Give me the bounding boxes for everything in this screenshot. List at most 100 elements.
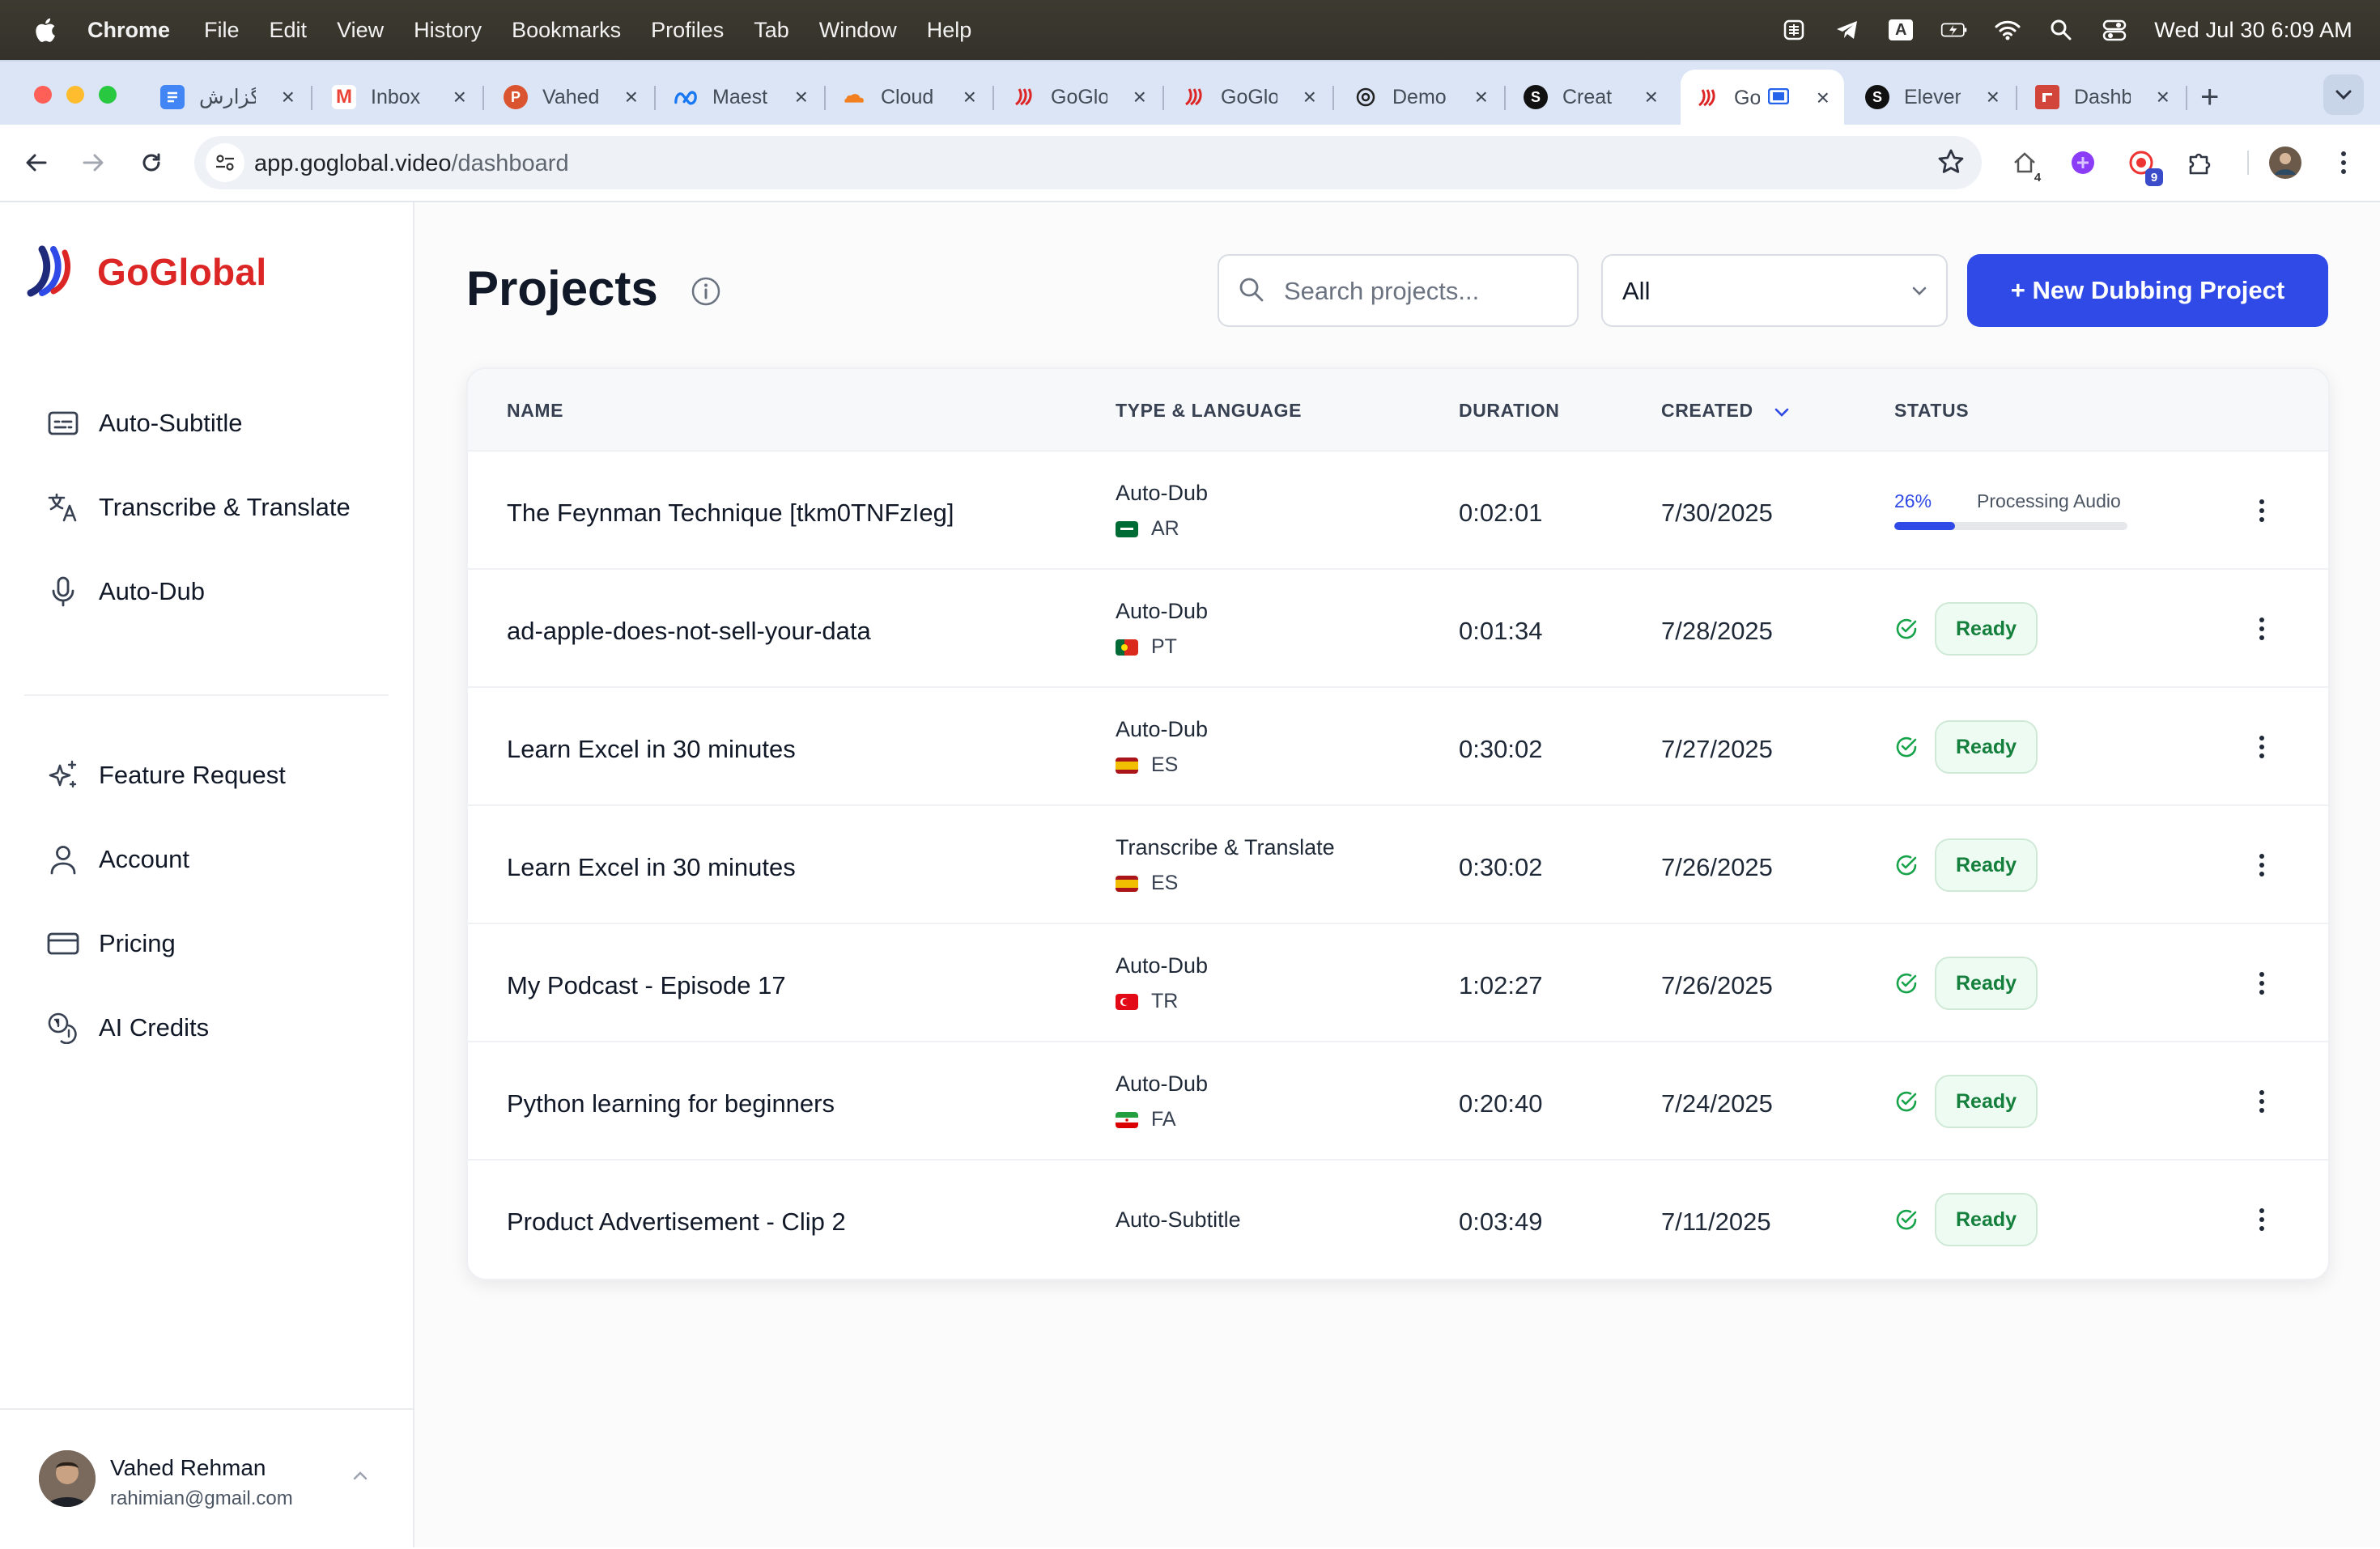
close-tab-icon[interactable]: × xyxy=(1303,84,1316,110)
telegram-icon[interactable] xyxy=(1834,18,1861,42)
goglobal-logo[interactable]: GoGlobal xyxy=(24,243,266,301)
browser-tab[interactable]: گزارش × xyxy=(160,73,312,121)
wifi-icon[interactable] xyxy=(1994,18,2021,42)
close-tab-icon[interactable]: × xyxy=(1987,84,2000,110)
menu-edit[interactable]: Edit xyxy=(270,18,308,43)
close-tab-icon[interactable]: × xyxy=(1475,84,1488,110)
extension-record-icon[interactable]: 9 xyxy=(2123,144,2163,186)
extensions-puzzle-icon[interactable] xyxy=(2181,144,2218,181)
column-header-created[interactable]: CREATED xyxy=(1661,400,1790,422)
tab-search-button[interactable] xyxy=(2323,74,2364,115)
close-tab-icon[interactable]: × xyxy=(1817,85,1830,111)
nav-account[interactable]: Account xyxy=(45,835,189,884)
menu-view[interactable]: View xyxy=(337,18,384,43)
close-tab-icon[interactable]: × xyxy=(963,84,976,110)
extension-purple-icon[interactable] xyxy=(2064,144,2102,181)
spotlight-search-icon[interactable] xyxy=(2047,18,2075,42)
close-tab-icon[interactable]: × xyxy=(2157,84,2170,110)
close-window-button[interactable] xyxy=(34,86,52,104)
menu-bookmarks[interactable]: Bookmarks xyxy=(512,18,621,43)
menu-file[interactable]: File xyxy=(204,18,240,43)
table-row[interactable]: Learn Excel in 30 minutes Transcribe & Tr… xyxy=(468,804,2328,924)
profile-avatar[interactable] xyxy=(2267,144,2304,181)
reload-button[interactable] xyxy=(131,142,172,183)
site-info-icon[interactable] xyxy=(206,143,244,182)
column-header-type-language[interactable]: TYPE & LANGUAGE xyxy=(1116,400,1302,422)
column-header-name[interactable]: NAME xyxy=(507,400,563,422)
menu-app-name[interactable]: Chrome xyxy=(87,18,170,43)
menubar-clock[interactable]: Wed Jul 30 6:09 AM xyxy=(2154,18,2352,43)
row-actions-menu-icon[interactable] xyxy=(2246,613,2278,645)
menu-window[interactable]: Window xyxy=(819,18,897,43)
search-input[interactable]: Search projects... xyxy=(1218,254,1579,327)
nav-transcribe-translate[interactable]: Transcribe & Translate xyxy=(45,483,351,532)
menu-help[interactable]: Help xyxy=(927,18,972,43)
menu-tab[interactable]: Tab xyxy=(754,18,789,43)
table-row[interactable]: Learn Excel in 30 minutes Auto-Dub ES 0:30:… xyxy=(468,686,2328,806)
browser-tab[interactable]: Cloud × xyxy=(842,73,994,121)
table-row[interactable]: My Podcast - Episode 17 Auto-Dub TR 1:02:27… xyxy=(468,923,2328,1042)
nav-feature-request[interactable]: Feature Request xyxy=(45,751,286,800)
input-source-icon[interactable]: A xyxy=(1887,18,1915,42)
user-profile-menu[interactable]: Vahed Rehman rahimian@gmail.com xyxy=(0,1408,413,1549)
type-filter-select[interactable]: All xyxy=(1601,254,1948,327)
battery-icon[interactable] xyxy=(1940,18,1968,42)
address-bar[interactable]: app.goglobal.video/dashboard xyxy=(194,136,1982,189)
menu-profiles[interactable]: Profiles xyxy=(651,18,724,43)
browser-tab[interactable]: P Vahed × xyxy=(504,73,656,121)
column-header-status[interactable]: STATUS xyxy=(1894,400,1969,422)
row-actions-menu-icon[interactable] xyxy=(2246,494,2278,527)
close-tab-icon[interactable]: × xyxy=(625,84,638,110)
project-name[interactable]: Learn Excel in 30 minutes xyxy=(507,735,796,764)
table-row[interactable]: Product Advertisement - Clip 2 Auto-Subti… xyxy=(468,1159,2328,1279)
forward-button[interactable] xyxy=(73,142,113,183)
close-tab-icon[interactable]: × xyxy=(1133,84,1146,110)
close-tab-icon[interactable]: × xyxy=(453,84,466,110)
project-name[interactable]: Python learning for beginners xyxy=(507,1089,835,1118)
browser-tab[interactable]: Dashb × xyxy=(2035,73,2187,121)
row-actions-menu-icon[interactable] xyxy=(2246,967,2278,999)
new-dubbing-project-button[interactable]: + New Dubbing Project xyxy=(1967,254,2328,327)
project-name[interactable]: Learn Excel in 30 minutes xyxy=(507,853,796,882)
nav-pricing[interactable]: Pricing xyxy=(45,919,176,968)
extension-home-icon[interactable]: 4 xyxy=(2006,144,2043,185)
project-name[interactable]: ad-apple-does-not-sell-your-data xyxy=(507,617,871,646)
table-row[interactable]: The Feynman Technique [tkm0TNFzIeg] Auto-… xyxy=(468,450,2328,570)
project-name[interactable]: Product Advertisement - Clip 2 xyxy=(507,1207,846,1237)
close-tab-icon[interactable]: × xyxy=(282,84,295,110)
browser-tab[interactable]: S Creat × xyxy=(1524,73,1658,121)
browser-tab[interactable]: Demo × xyxy=(1354,73,1506,121)
close-tab-icon[interactable]: × xyxy=(795,84,808,110)
browser-tab[interactable]: GoGlo × xyxy=(1182,73,1334,121)
project-name[interactable]: The Feynman Technique [tkm0TNFzIeg] xyxy=(507,499,954,528)
row-actions-menu-icon[interactable] xyxy=(2246,849,2278,881)
control-center-icon[interactable] xyxy=(2101,18,2128,42)
browser-tab[interactable]: Maest × xyxy=(674,73,826,121)
column-header-duration[interactable]: DURATION xyxy=(1459,400,1559,422)
chevron-up-icon[interactable] xyxy=(351,1470,369,1485)
apple-logo-icon[interactable] xyxy=(32,16,57,44)
new-tab-button[interactable]: + xyxy=(2200,81,2219,113)
table-row[interactable]: Python learning for beginners Auto-Dub FA 0… xyxy=(468,1041,2328,1161)
browser-tab-active[interactable]: Go × xyxy=(1681,70,1844,126)
project-name[interactable]: My Podcast - Episode 17 xyxy=(507,971,786,1000)
chrome-menu-icon[interactable] xyxy=(2325,144,2362,181)
bookmark-star-icon[interactable] xyxy=(1936,147,1966,180)
row-actions-menu-icon[interactable] xyxy=(2246,1085,2278,1118)
menu-history[interactable]: History xyxy=(414,18,482,43)
info-icon[interactable] xyxy=(690,275,722,312)
row-actions-menu-icon[interactable] xyxy=(2246,731,2278,763)
minimize-window-button[interactable] xyxy=(66,86,84,104)
back-button[interactable] xyxy=(16,142,57,183)
nav-auto-dub[interactable]: Auto-Dub xyxy=(45,567,205,616)
close-tab-icon[interactable]: × xyxy=(1645,84,1658,110)
zoom-window-button[interactable] xyxy=(99,86,117,104)
row-actions-menu-icon[interactable] xyxy=(2246,1203,2278,1236)
browser-tab[interactable]: GoGlo × xyxy=(1012,73,1164,121)
nav-ai-credits[interactable]: AI Credits xyxy=(45,1004,209,1052)
table-row[interactable]: ad-apple-does-not-sell-your-data Auto-Dub… xyxy=(468,568,2328,688)
vpn-shield-icon[interactable] xyxy=(1780,18,1808,42)
browser-tab[interactable]: S Eleven × xyxy=(1865,73,2017,121)
nav-auto-subtitle[interactable]: Auto-Subtitle xyxy=(45,399,243,448)
browser-tab[interactable]: M Inbox × xyxy=(332,73,484,121)
